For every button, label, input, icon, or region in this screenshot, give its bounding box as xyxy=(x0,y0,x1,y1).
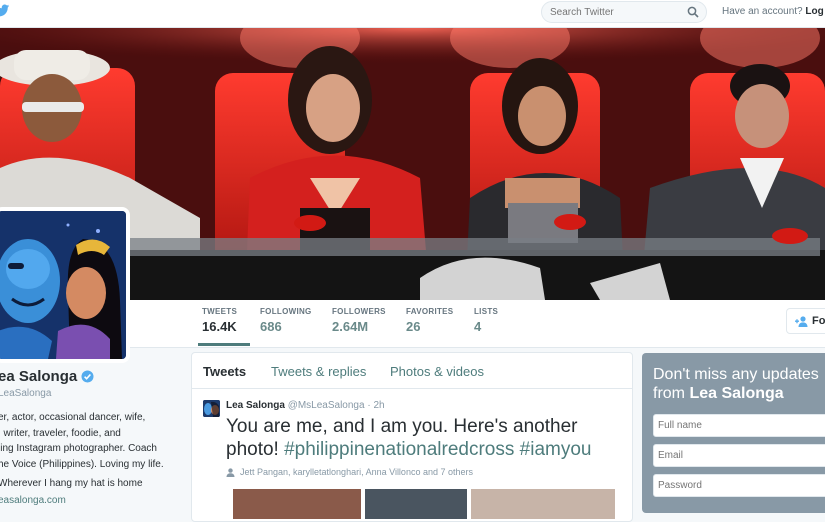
login-prompt: Have an account? Log in xyxy=(722,6,825,17)
stat-label: FOLLOWERS xyxy=(332,307,386,316)
tab-photos-videos[interactable]: Photos & videos xyxy=(390,364,484,379)
signup-panel: Don't miss any updates from Lea Salonga xyxy=(642,353,825,513)
profile-card: ea Salonga LeaSalonga er, actor, occasio… xyxy=(0,368,180,506)
stat-label: TWEETS xyxy=(202,307,238,316)
profile-avatar[interactable] xyxy=(0,207,130,363)
top-bar: Have an account? Log in xyxy=(0,0,825,28)
tweet-author[interactable]: Lea Salonga xyxy=(226,400,285,411)
stat-label: FOLLOWING xyxy=(260,307,312,316)
stat-lists[interactable]: LISTS 4 xyxy=(474,307,498,334)
signup-heading-name: Lea Salonga xyxy=(689,385,784,402)
stat-following[interactable]: FOLLOWING 686 xyxy=(260,307,312,334)
hashtag-link[interactable]: #iamyou xyxy=(520,439,592,460)
profile-name-row: ea Salonga xyxy=(0,368,180,385)
tab-tweets[interactable]: Tweets xyxy=(203,364,246,379)
tweet-avatar-image xyxy=(203,400,220,417)
stat-favorites[interactable]: FAVORITES 26 xyxy=(406,307,453,334)
search-icon[interactable] xyxy=(687,6,699,18)
avatar-image xyxy=(0,211,126,359)
stat-value: 2.64M xyxy=(332,319,369,334)
signup-heading: Don't miss any updates from Lea Salonga xyxy=(653,365,819,403)
bio-line: er, actor, occasional dancer, wife, xyxy=(0,412,146,423)
verified-badge-icon xyxy=(81,370,94,383)
search-box[interactable] xyxy=(541,1,707,23)
stat-tweets[interactable]: TWEETS 16.4K xyxy=(197,307,251,346)
signup-heading-line: from Lea Salonga xyxy=(653,384,819,403)
search-input[interactable] xyxy=(550,2,680,23)
media-photo[interactable] xyxy=(365,489,467,519)
stat-value: 26 xyxy=(406,319,421,334)
person-icon xyxy=(226,467,235,477)
media-photo[interactable] xyxy=(471,489,615,519)
stat-value: 686 xyxy=(260,319,282,334)
profile-handle[interactable]: LeaSalonga xyxy=(0,388,51,399)
tagged-users[interactable]: Jett Pangan, karylletatlonghari, Anna Vi… xyxy=(226,467,473,477)
password-field[interactable] xyxy=(653,474,825,497)
timeline: Tweets Tweets & replies Photos & videos … xyxy=(191,352,633,522)
stat-followers[interactable]: FOLLOWERS 2.64M xyxy=(332,307,386,334)
profile-location: Wherever I hang my hat is home xyxy=(0,478,143,489)
profile-bio: er, actor, occasional dancer, wife, , wr… xyxy=(0,410,178,472)
have-account-text: Have an account? xyxy=(722,6,803,17)
profile-website-link[interactable]: easalonga.com xyxy=(0,495,66,506)
login-link[interactable]: Log in xyxy=(805,6,825,17)
stat-label: FAVORITES xyxy=(406,307,454,316)
add-user-icon xyxy=(795,315,808,327)
tweet-text: You are me, and I am you. Here's another… xyxy=(226,415,626,461)
bio-line: , writer, traveler, foodie, and xyxy=(0,427,121,439)
hashtag-link[interactable]: #philippinenationalredcross xyxy=(284,439,514,460)
follow-label: Fo xyxy=(812,315,825,327)
signup-heading-line: Don't miss any updates xyxy=(653,366,819,383)
tweet-media[interactable] xyxy=(233,489,623,519)
signup-heading-from: from xyxy=(653,385,690,402)
stat-label: LISTS xyxy=(474,307,499,316)
bio-line: ling Instagram photographer. Coach xyxy=(0,443,157,454)
media-photo[interactable] xyxy=(233,489,361,519)
tweet-header: Lea Salonga @MsLeaSalonga · 2h xyxy=(226,400,385,411)
tab-tweets-replies[interactable]: Tweets & replies xyxy=(271,364,366,379)
stat-value: 4 xyxy=(474,319,482,334)
fullname-field[interactable] xyxy=(653,414,825,437)
email-field[interactable] xyxy=(653,444,825,467)
tweet-avatar[interactable] xyxy=(203,400,220,417)
tagged-users-text: Jett Pangan, karylletatlonghari, Anna Vi… xyxy=(240,467,473,477)
profile-name: ea Salonga xyxy=(0,368,78,385)
twitter-bird-icon[interactable] xyxy=(0,4,10,18)
timeline-tabs: Tweets Tweets & replies Photos & videos xyxy=(192,353,632,389)
follow-button[interactable]: Fo xyxy=(786,308,825,334)
tweet-time[interactable]: · 2h xyxy=(367,400,384,411)
tweet-handle[interactable]: @MsLeaSalonga xyxy=(288,400,365,411)
bio-line: he Voice (Philippines). Loving my life. xyxy=(0,458,164,470)
stat-value: 16.4K xyxy=(202,319,237,334)
